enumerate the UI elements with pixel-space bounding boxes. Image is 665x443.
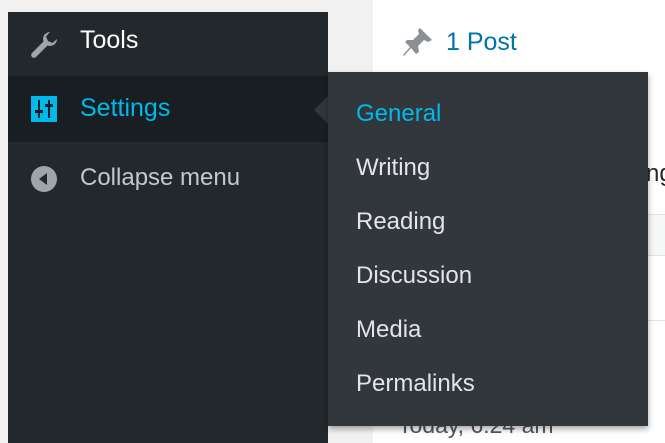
post-count-text: 1 Post xyxy=(446,27,517,56)
sidebar-item-settings[interactable]: Settings xyxy=(8,76,328,142)
pushpin-icon xyxy=(403,28,432,56)
post-count-link[interactable]: 1 Post xyxy=(400,24,517,60)
settings-sliders-icon xyxy=(26,91,62,127)
submenu-item-discussion[interactable]: Discussion xyxy=(356,262,472,290)
collapse-arrow-icon xyxy=(26,161,62,197)
sidebar-item-label: Collapse menu xyxy=(80,164,241,191)
sidebar-item-tools[interactable]: Tools xyxy=(8,12,328,78)
submenu-item-reading[interactable]: Reading xyxy=(356,208,445,236)
submenu-item-writing[interactable]: Writing xyxy=(356,154,430,182)
admin-sidebar: Tools Settings Collapse menu xyxy=(8,12,328,443)
submenu-item-permalinks[interactable]: Permalinks xyxy=(356,370,475,398)
submenu-item-general[interactable]: General xyxy=(356,100,441,128)
sidebar-item-label: Settings xyxy=(80,94,171,122)
wrench-icon xyxy=(26,27,62,63)
sidebar-item-label: Tools xyxy=(80,26,139,54)
partial-column-text: ng xyxy=(646,160,665,187)
collapse-menu-button[interactable]: Collapse menu xyxy=(8,146,328,212)
settings-submenu: General Writing Reading Discussion Media… xyxy=(328,72,648,426)
submenu-item-media[interactable]: Media xyxy=(356,316,421,344)
flyout-pointer xyxy=(314,96,328,124)
